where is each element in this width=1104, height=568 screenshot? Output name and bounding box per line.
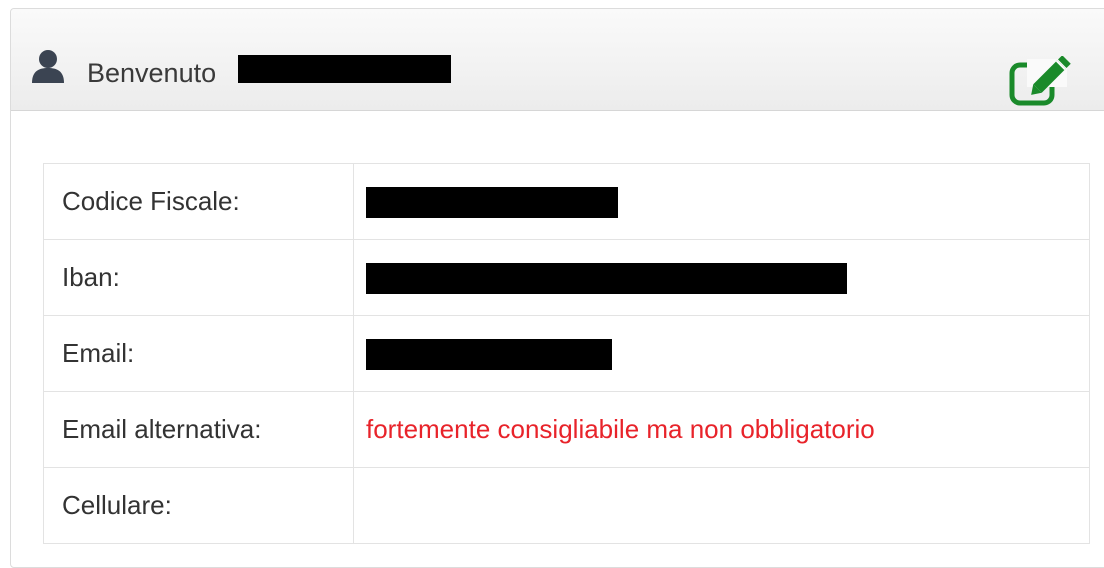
welcome-label: Benvenuto bbox=[87, 58, 217, 88]
profile-row: Email: bbox=[43, 315, 1090, 392]
field-value bbox=[353, 467, 1090, 544]
redacted-value bbox=[366, 186, 618, 218]
profile-row: Email alternativa: fortemente consigliabi… bbox=[43, 391, 1090, 468]
user-name-redacted bbox=[238, 55, 451, 83]
field-label: Codice Fiscale: bbox=[43, 163, 354, 240]
field-value bbox=[353, 239, 1090, 316]
profile-row: Iban: bbox=[43, 239, 1090, 316]
alternate-email-hint: fortemente consigliabile ma non obbligat… bbox=[366, 414, 875, 444]
field-label: Email alternativa: bbox=[43, 391, 354, 468]
field-value: fortemente consigliabile ma non obbligat… bbox=[353, 391, 1090, 468]
user-icon bbox=[32, 50, 64, 83]
edit-icon[interactable] bbox=[1009, 56, 1071, 106]
profile-row: Cellulare: bbox=[43, 467, 1090, 544]
field-label: Iban: bbox=[43, 239, 354, 316]
profile-table: Codice Fiscale: Iban: Email: Email alternat… bbox=[43, 163, 1090, 544]
panel-header: Benvenuto bbox=[11, 9, 1104, 111]
field-value bbox=[353, 315, 1090, 392]
redacted-value bbox=[366, 338, 612, 370]
profile-panel: Benvenuto Codice Fiscale: Iban: Email: Emai… bbox=[10, 8, 1104, 568]
redacted-value bbox=[366, 262, 847, 294]
profile-row: Codice Fiscale: bbox=[43, 163, 1090, 240]
field-label: Cellulare: bbox=[43, 467, 354, 544]
field-label: Email: bbox=[43, 315, 354, 392]
field-value bbox=[353, 163, 1090, 240]
